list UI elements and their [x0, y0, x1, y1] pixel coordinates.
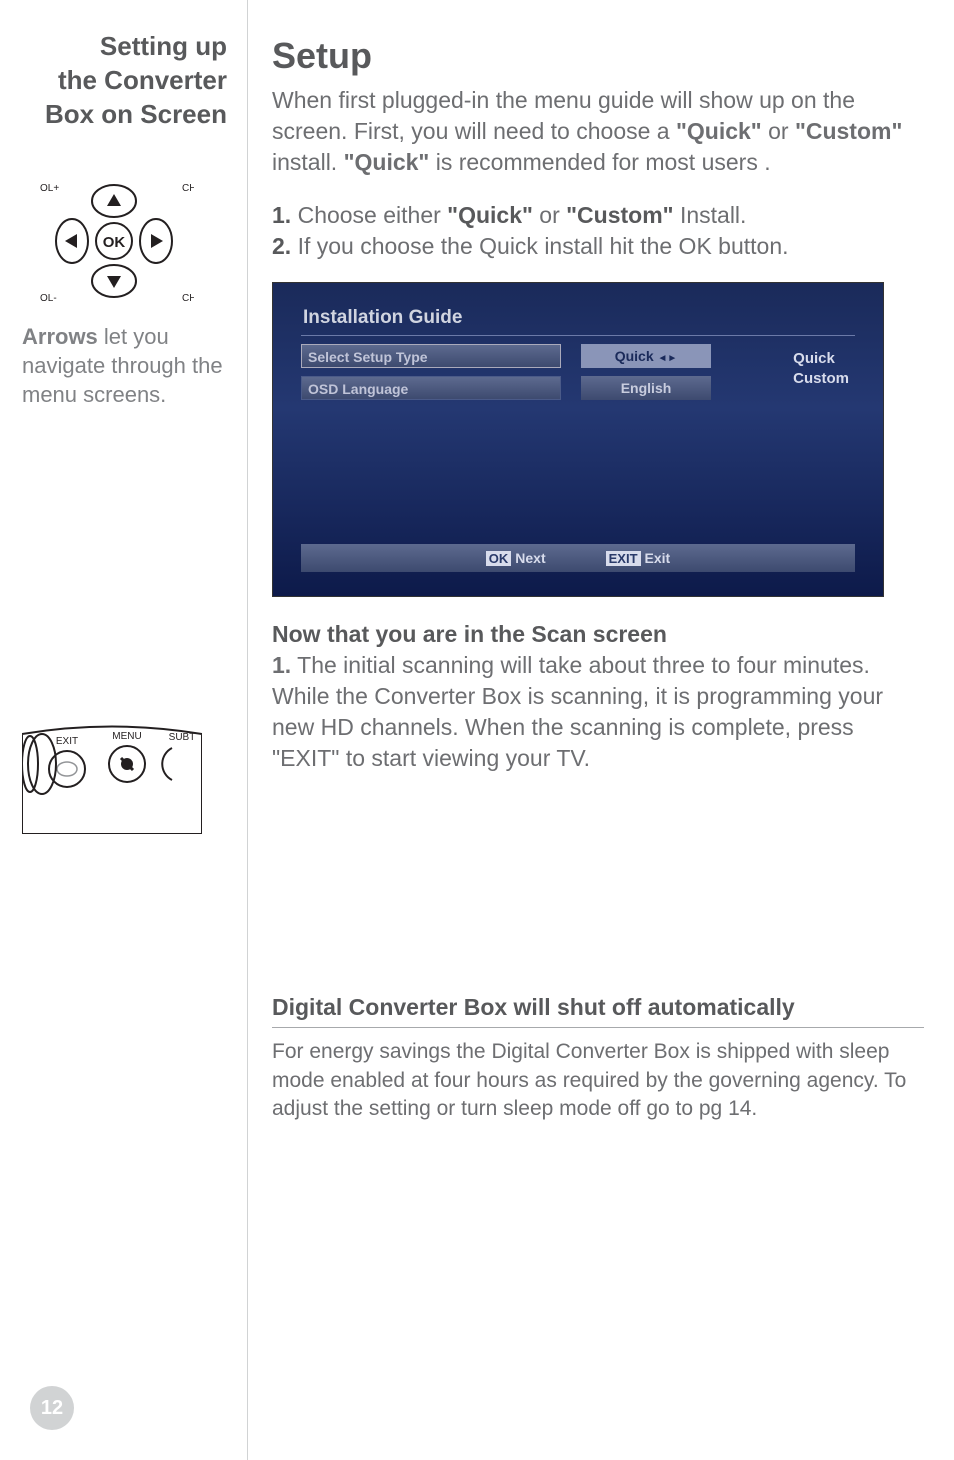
page-number: 12 — [30, 1386, 74, 1430]
page-title: Setup — [272, 35, 924, 77]
shutoff-body: For energy savings the Digital Converter… — [272, 1038, 924, 1123]
osd-panel: Installation Guide Select Setup Type Qui… — [301, 307, 855, 572]
svg-text:OL+: OL+ — [40, 183, 59, 194]
step-2: 2. If you choose the Quick install hit t… — [272, 231, 924, 262]
remote-exit-menu-icon: EXIT MENU SUBT — [22, 724, 202, 834]
sidebar-title-line2: the Converter — [58, 65, 227, 95]
dpad-ok-label: OK — [103, 234, 126, 251]
step-1: 1. Choose either "Quick" or "Custom" Ins… — [272, 200, 924, 231]
osd-row-setup-type: Select Setup Type Quick ◄► — [301, 344, 855, 368]
osd-side-options: Quick Custom — [793, 349, 849, 388]
arrows-label: Arrows — [22, 324, 98, 349]
svg-text:CH: CH — [182, 293, 194, 304]
sidebar-heading: Setting up the Converter Box on Screen — [22, 30, 227, 131]
svg-text:SUBT: SUBT — [169, 732, 196, 743]
page-root: Setting up the Converter Box on Screen O… — [0, 0, 954, 1460]
scan-body: 1. The initial scanning will take about … — [272, 650, 924, 774]
osd-exit-hint: EXITExit — [606, 550, 671, 566]
osd-language-value: English — [581, 376, 711, 400]
dpad-icon: OK OL+ OL- CH CH — [34, 171, 194, 311]
arrows-indicator-icon: ◄► — [658, 353, 678, 364]
osd-ok-hint: OKNext — [486, 550, 546, 566]
svg-text:EXIT: EXIT — [56, 736, 78, 747]
svg-text:MENU: MENU — [112, 731, 141, 742]
arrows-description: Arrows let you navigate through the menu… — [22, 323, 227, 409]
svg-text:OL-: OL- — [40, 293, 57, 304]
osd-footer: OKNext EXITExit — [301, 544, 855, 572]
sidebar: Setting up the Converter Box on Screen O… — [0, 0, 248, 1460]
intro-paragraph: When first plugged-in the menu guide wil… — [272, 85, 924, 178]
install-steps: 1. Choose either "Quick" or "Custom" Ins… — [272, 200, 924, 262]
osd-screenshot: Installation Guide Select Setup Type Qui… — [272, 282, 884, 597]
osd-language-label: OSD Language — [301, 376, 561, 400]
svg-text:CH: CH — [182, 183, 194, 194]
sidebar-title-line3: Box on Screen — [45, 99, 227, 129]
scan-heading: Now that you are in the Scan screen — [272, 621, 924, 648]
osd-row-language: OSD Language English — [301, 376, 855, 400]
osd-setup-type-label: Select Setup Type — [301, 344, 561, 368]
osd-title: Installation Guide — [301, 307, 855, 336]
sidebar-title-line1: Setting up — [100, 31, 227, 61]
main-content: Setup When first plugged-in the menu gui… — [248, 0, 954, 1460]
osd-setup-type-value: Quick ◄► — [581, 344, 711, 368]
shutoff-heading: Digital Converter Box will shut off auto… — [272, 994, 924, 1028]
